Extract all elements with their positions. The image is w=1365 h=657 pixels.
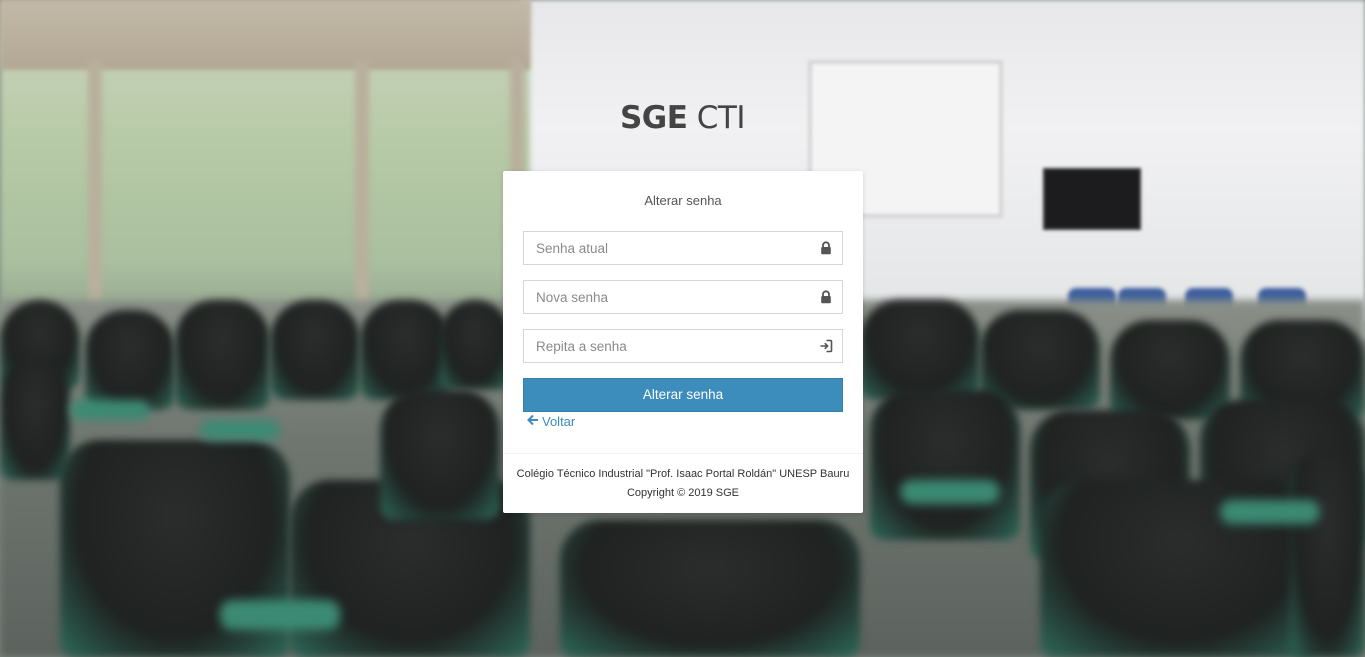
back-link[interactable]: Voltar <box>527 414 575 429</box>
current-password-field <box>523 231 843 265</box>
lock-icon <box>819 241 833 255</box>
sign-in-icon <box>819 339 833 353</box>
institution-text: Colégio Técnico Industrial "Prof. Isaac … <box>516 468 850 480</box>
repeat-password-field <box>523 329 843 363</box>
new-password-field <box>523 280 843 314</box>
change-password-card: Alterar senha Alterar senha Voltar Colég… <box>503 171 863 513</box>
brand-light: CTI <box>696 100 746 136</box>
form-title: Alterar senha <box>644 193 722 208</box>
brand-bold: SGE <box>619 100 688 136</box>
change-password-button[interactable]: Alterar senha <box>523 378 843 412</box>
back-label: Voltar <box>542 414 576 429</box>
repeat-password-input[interactable] <box>524 330 842 362</box>
current-password-input[interactable] <box>524 232 842 264</box>
app-logo: SGE CTI <box>0 100 1365 136</box>
new-password-input[interactable] <box>524 281 842 313</box>
lock-icon <box>819 290 833 304</box>
card-footer: Colégio Técnico Industrial "Prof. Isaac … <box>503 453 863 513</box>
arrow-left-icon <box>527 414 539 429</box>
copyright-text: Copyright © 2019 SGE <box>626 487 740 499</box>
